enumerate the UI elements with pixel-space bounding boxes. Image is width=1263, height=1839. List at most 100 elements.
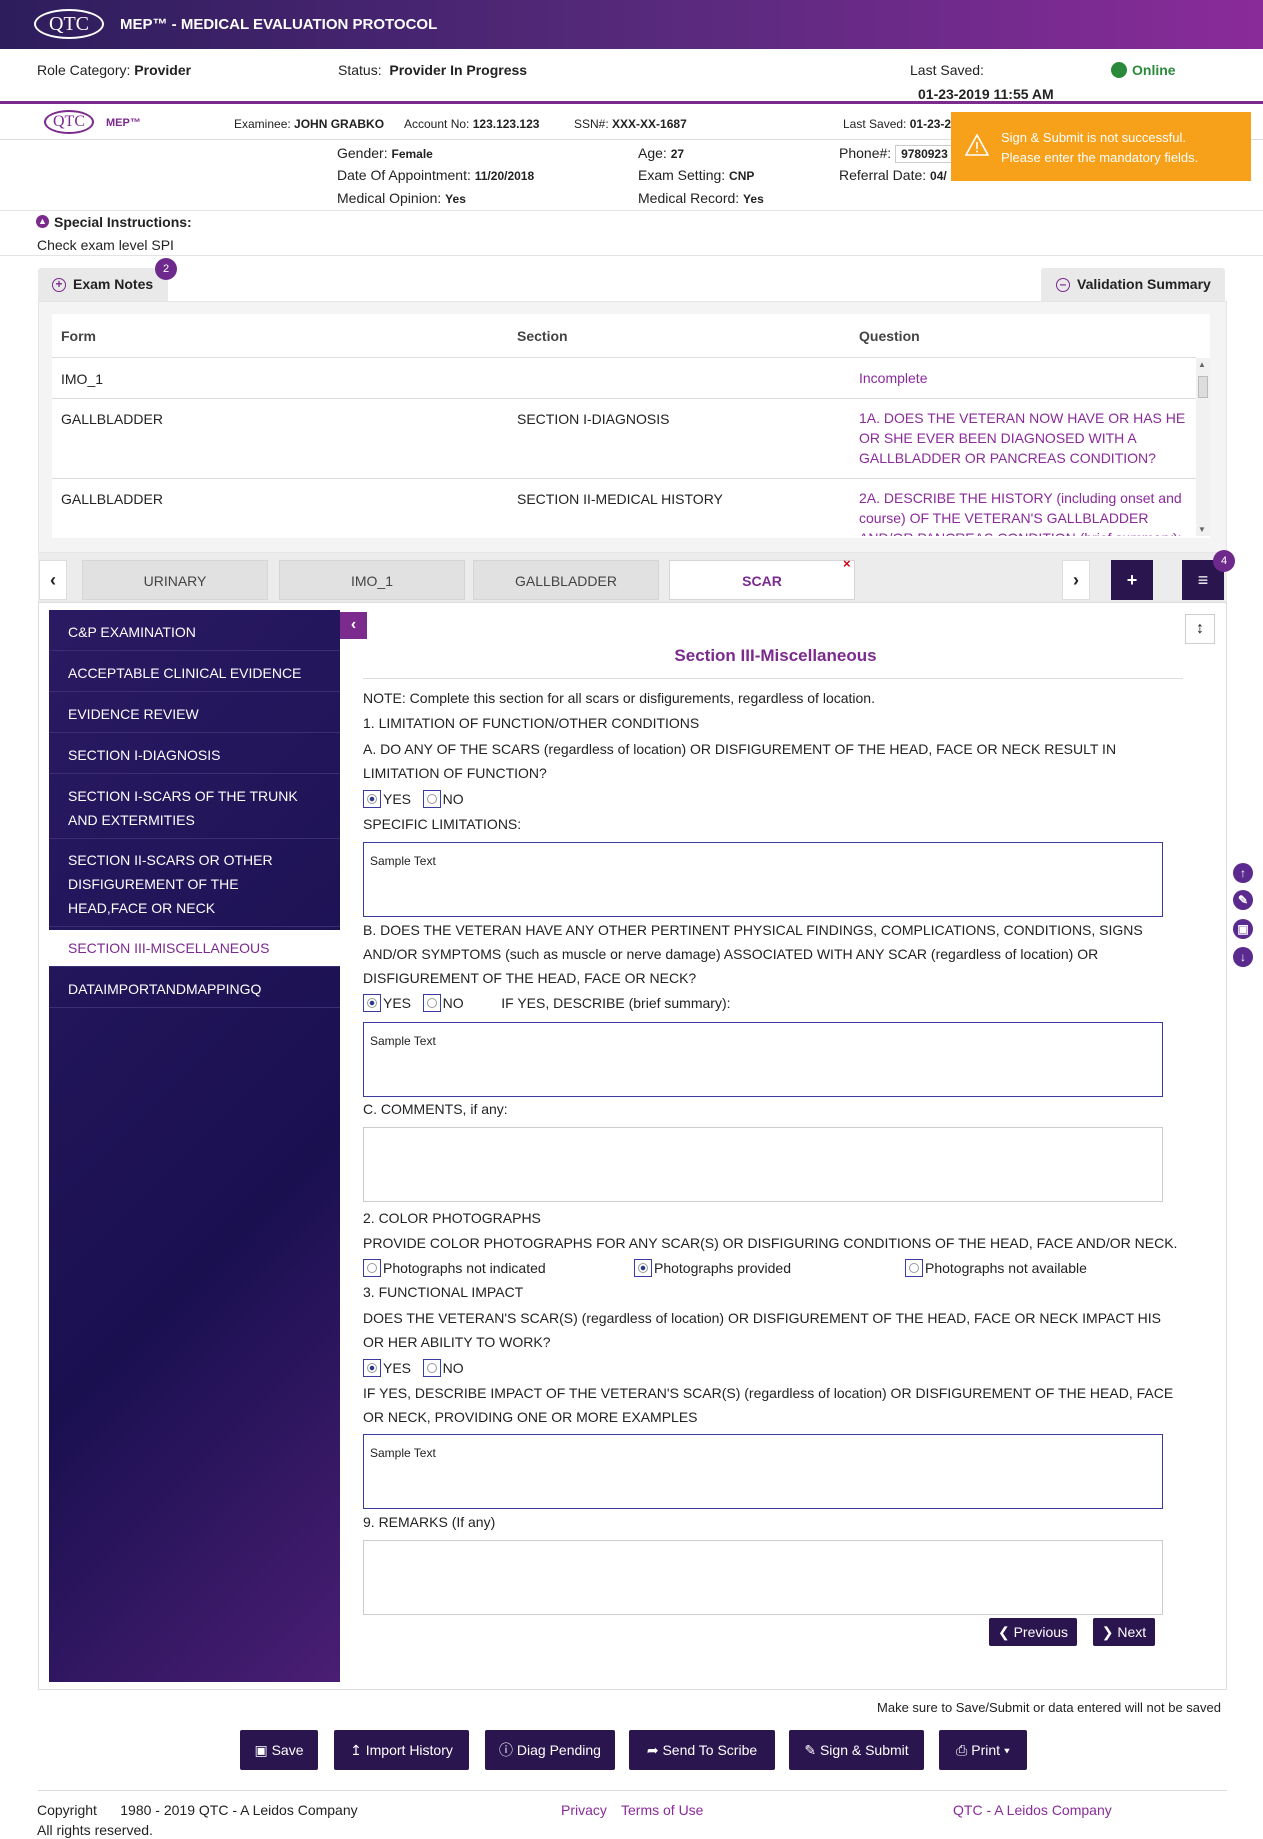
sidebar-item-evidence-review[interactable]: EVIDENCE REVIEW — [49, 696, 340, 733]
q1b-radio-group: YES NO IF YES, DESCRIBE (brief summary): — [363, 994, 731, 1012]
functional-impact-textarea[interactable]: Sample Text — [363, 1434, 1163, 1509]
q1b-no-radio[interactable] — [422, 994, 441, 1012]
globe-icon — [1111, 62, 1127, 78]
section-title: Section III-Miscellaneous — [674, 646, 877, 665]
divider — [52, 357, 1196, 358]
photo-option-provided[interactable]: Photographs provided — [634, 1259, 791, 1277]
diag-pending-button[interactable]: ⓘ Diag Pending — [485, 1730, 615, 1770]
company-link[interactable]: QTC - A Leidos Company — [953, 1802, 1112, 1818]
medical-record: Medical Record: Yes — [638, 190, 764, 206]
send-to-scribe-button[interactable]: ➦ Send To Scribe — [629, 1730, 775, 1770]
add-form-button[interactable]: + — [1111, 560, 1153, 600]
privacy-link[interactable]: Privacy — [561, 1802, 607, 1818]
account-no: Account No: 123.123.123 — [404, 117, 540, 131]
specific-limitations-textarea[interactable]: Sample Text — [363, 842, 1163, 917]
last-saved-label: Last Saved: — [910, 62, 984, 78]
arrow-left-circle-icon: ❮ — [997, 1624, 1010, 1640]
question-2-heading: 2. COLOR PHOTOGRAPHS — [363, 1210, 541, 1226]
previous-button[interactable]: ❮ Previous — [989, 1618, 1077, 1646]
upload-icon: ↥ — [350, 1742, 362, 1758]
col-header-form: Form — [61, 328, 96, 344]
table-cell-section: SECTION I-DIAGNOSIS — [517, 411, 670, 427]
sidebar-item-section-ii-scars[interactable]: SECTION II-SCARS OR OTHER DISFIGUREMENT … — [49, 842, 340, 927]
q3-radio-group: YES NO — [363, 1359, 464, 1377]
sidebar-item-section-i-diagnosis[interactable]: SECTION I-DIAGNOSIS — [49, 737, 340, 774]
age: Age: 27 — [638, 145, 685, 161]
sidebar-item-acceptable-clinical-evidence[interactable]: ACCEPTABLE CLINICAL EVIDENCE — [49, 655, 340, 692]
q1a-no-radio[interactable] — [422, 790, 441, 808]
print-button[interactable]: ⎙ Print ▾ — [939, 1730, 1027, 1770]
next-button[interactable]: ❯ Next — [1093, 1618, 1155, 1646]
save-icon: ▣ — [254, 1742, 268, 1758]
scroll-top-icon[interactable]: ↑ — [1233, 863, 1253, 883]
exam-setting: Exam Setting: CNP — [638, 167, 755, 183]
tab-scar[interactable]: SCAR — [669, 560, 855, 600]
remarks-textarea[interactable] — [363, 1540, 1163, 1615]
role-category: Role Category: Provider — [37, 62, 192, 78]
q3-no-radio[interactable] — [422, 1359, 441, 1377]
error-toast[interactable]: Sign & Submit is not successful. Please e… — [951, 112, 1251, 181]
table-cell-question-link[interactable]: Incomplete — [859, 368, 1189, 388]
sidebar-item-section-iii-miscellaneous[interactable]: SECTION III-MISCELLANEOUS — [49, 930, 340, 967]
copyright: Copyright 1980 - 2019 QTC - A Leidos Com… — [37, 1802, 358, 1818]
question-1c: C. COMMENTS, if any: — [363, 1101, 508, 1117]
radio-label: NO — [442, 791, 464, 807]
q3-yes-radio[interactable] — [363, 1359, 381, 1377]
sidebar-item-section-i-scars[interactable]: SECTION I-SCARS OF THE TRUNK AND EXTERMI… — [49, 778, 340, 839]
col-header-question: Question — [859, 328, 920, 344]
sidebar-item-cp-examination[interactable]: C&P EXAMINATION — [49, 614, 340, 651]
collapse-sidebar-button[interactable]: ‹ — [340, 612, 367, 639]
online-status: Online — [1132, 62, 1176, 78]
last-saved: Last Saved: 01-23-2 — [843, 117, 952, 131]
tabs-prev-button[interactable]: ‹ — [39, 560, 67, 600]
table-cell-question-link[interactable]: 2A. DESCRIBE THE HISTORY (including onse… — [859, 488, 1189, 536]
sidebar-item-dataimportandmappingq[interactable]: DATAIMPORTANDMAPPINGQ — [49, 971, 340, 1008]
divider — [38, 1790, 1227, 1791]
photo-option-not-indicated[interactable]: Photographs not indicated — [363, 1259, 546, 1277]
divider — [52, 478, 1196, 479]
close-icon[interactable]: × — [843, 556, 851, 571]
photo-option-not-available[interactable]: Photographs not available — [905, 1259, 1087, 1277]
import-history-button[interactable]: ↥ Import History — [334, 1730, 469, 1770]
q1a-radio-group: YES NO — [363, 790, 464, 808]
tab-imo-1[interactable]: IMO_1 — [279, 560, 465, 600]
sign-submit-button[interactable]: ✎ Sign & Submit — [789, 1730, 924, 1770]
comments-textarea[interactable] — [363, 1127, 1163, 1202]
question-1a: A. DO ANY OF THE SCARS (regardless of lo… — [363, 741, 1117, 781]
pen-icon: ✎ — [804, 1742, 817, 1758]
scrollbar[interactable]: ▲ ▼ — [1196, 358, 1210, 536]
save-button[interactable]: ▣ Save — [240, 1730, 318, 1770]
tab-urinary[interactable]: URINARY — [82, 560, 268, 600]
table-cell-question-link[interactable]: 1A. DOES THE VETERAN NOW HAVE OR HAS HE … — [859, 408, 1189, 468]
exam-notes-tab[interactable]: + Exam Notes — [38, 268, 168, 301]
table-cell-form: IMO_1 — [61, 371, 104, 387]
chevron-up-icon[interactable]: ▲ — [36, 215, 49, 228]
print-icon: ⎙ — [956, 1742, 968, 1758]
share-icon: ➦ — [646, 1742, 659, 1758]
terms-link[interactable]: Terms of Use — [621, 1802, 703, 1818]
tabs-next-button[interactable]: › — [1062, 560, 1090, 600]
radio-label: YES — [383, 1360, 412, 1376]
divider — [363, 678, 1183, 679]
divider — [0, 255, 1263, 256]
q1b-describe-textarea[interactable]: Sample Text — [363, 1022, 1163, 1097]
edit-icon[interactable]: ✎ — [1233, 890, 1253, 910]
question-3-describe: IF YES, DESCRIBE IMPACT OF THE VETERAN'S… — [363, 1385, 1174, 1425]
q1b-describe-label: IF YES, DESCRIBE (brief summary): — [501, 995, 731, 1011]
tab-gallbladder[interactable]: GALLBLADDER — [473, 560, 659, 600]
validation-summary-tab[interactable]: – Validation Summary — [1041, 268, 1225, 301]
rights: All rights reserved. — [37, 1822, 153, 1838]
save-icon[interactable]: ▣ — [1233, 919, 1253, 939]
table-cell-form: GALLBLADDER — [61, 411, 163, 427]
scroll-bottom-icon[interactable]: ↓ — [1233, 947, 1253, 967]
gender: Gender: Female — [337, 145, 433, 161]
q1b-yes-radio[interactable] — [363, 994, 381, 1012]
save-warning: Make sure to Save/Submit or data entered… — [877, 1700, 1221, 1715]
divider — [0, 210, 1263, 211]
q1a-yes-radio[interactable] — [363, 790, 381, 808]
question-1b: B. DOES THE VETERAN HAVE ANY OTHER PERTI… — [363, 922, 1143, 986]
status: Status: Provider In Progress — [338, 62, 528, 78]
special-instructions-title[interactable]: Special Instructions: — [54, 214, 192, 230]
special-instructions-text: Check exam level SPI — [37, 237, 174, 253]
expand-icon[interactable]: ↕ — [1185, 614, 1215, 644]
